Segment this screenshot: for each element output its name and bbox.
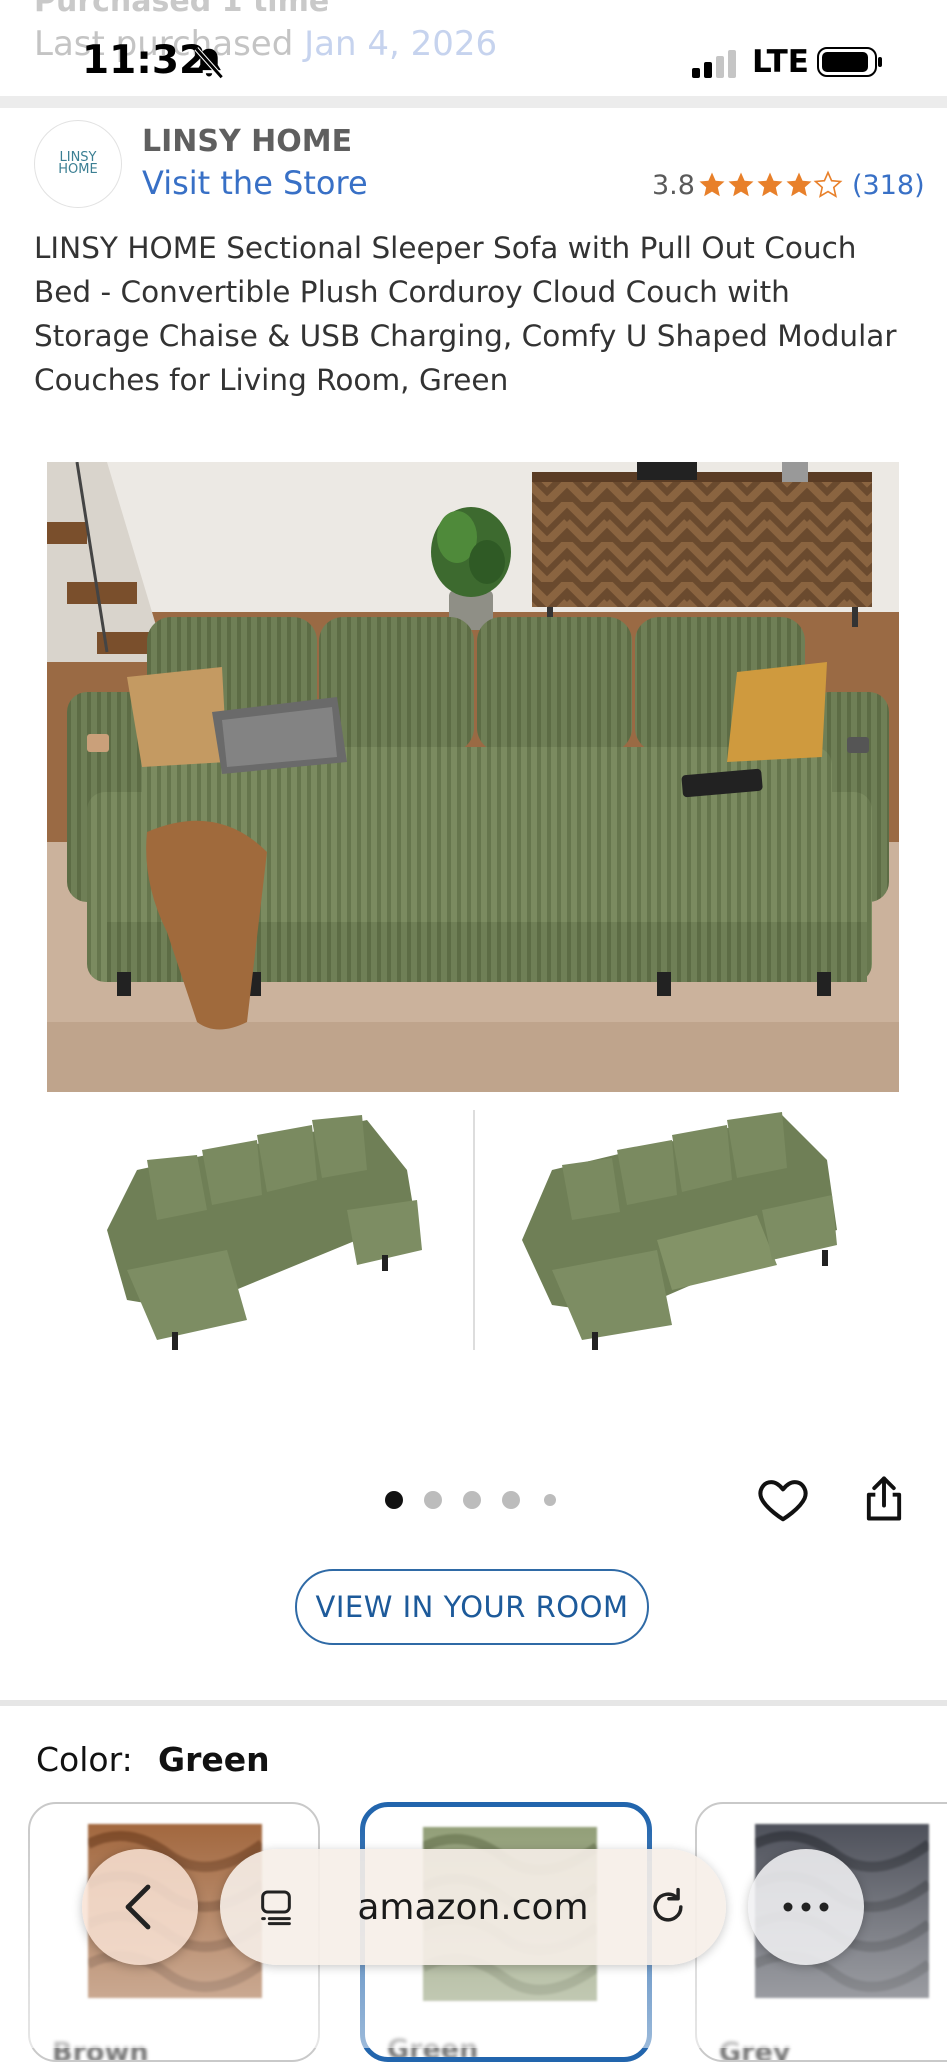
- rating-count-link[interactable]: (318): [852, 170, 925, 201]
- back-button[interactable]: [82, 1849, 198, 1965]
- more-button[interactable]: [748, 1849, 864, 1965]
- carousel-dot[interactable]: [424, 1491, 442, 1509]
- reload-icon[interactable]: [646, 1885, 690, 1929]
- product-angle-image-2[interactable]: [492, 1100, 912, 1360]
- star-full-icon: [699, 172, 725, 197]
- rating-stars[interactable]: [698, 168, 844, 200]
- thumbnail-divider: [473, 1110, 475, 1350]
- carousel-dot[interactable]: [385, 1491, 403, 1509]
- rating-value: 3.8: [652, 170, 695, 201]
- share-icon[interactable]: [858, 1472, 910, 1526]
- product-angle-image-1[interactable]: [47, 1100, 467, 1360]
- color-label: Color:: [36, 1740, 133, 1779]
- carousel-dot[interactable]: [544, 1494, 556, 1506]
- brand-logo[interactable]: LINSY HOME: [34, 120, 122, 208]
- star-full-icon: [786, 172, 812, 197]
- brand-logo-text: LINSY HOME: [58, 150, 98, 177]
- star-full-icon: [757, 172, 783, 197]
- more-dots-icon: [783, 1902, 829, 1912]
- selected-color: Green: [158, 1740, 270, 1779]
- section-divider: [0, 1700, 947, 1706]
- heart-icon[interactable]: [756, 1472, 810, 1526]
- star-full-icon: [728, 172, 754, 197]
- ghost-purchased-text: Purchased 1 time: [34, 0, 330, 19]
- product-title: LINSY HOME Sectional Sleeper Sofa with P…: [34, 231, 897, 397]
- section-divider: [0, 96, 947, 108]
- brand-name: LINSY HOME: [142, 124, 353, 159]
- product-main-image[interactable]: [47, 462, 899, 1092]
- battery-icon: [817, 47, 882, 77]
- status-time: 11:32: [82, 38, 207, 83]
- network-type: LTE: [752, 44, 809, 80]
- signal-icon: [692, 50, 736, 78]
- visit-store-link[interactable]: Visit the Store: [142, 164, 368, 202]
- star-empty-icon: [814, 171, 842, 197]
- chevron-left-icon: [125, 1884, 151, 1930]
- bell-slash-icon: [194, 47, 224, 79]
- carousel-dot[interactable]: [463, 1491, 481, 1509]
- ghost-last-purchased-date: Jan 4, 2026: [304, 24, 498, 64]
- address-bar[interactable]: amazon.com: [220, 1849, 726, 1965]
- carousel-dot[interactable]: [502, 1491, 520, 1509]
- view-in-your-room-button[interactable]: VIEW IN YOUR ROOM: [295, 1569, 649, 1645]
